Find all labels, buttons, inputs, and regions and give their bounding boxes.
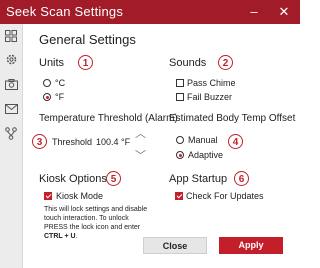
badge-6: 6 [234, 171, 249, 186]
units-heading: Units [39, 57, 65, 69]
startup-heading: App Startup [169, 173, 228, 185]
kiosk-note: This will lock settings and disable touc… [44, 205, 154, 241]
settings-panel: General Settings Units 1 °C °F Sounds 2 … [23, 24, 300, 268]
sidebar [0, 24, 23, 268]
radio-celsius[interactable] [43, 79, 51, 87]
manual-label: Manual [188, 135, 218, 145]
window-title: Seek Scan Settings [6, 4, 124, 19]
badge-4: 4 [228, 134, 243, 149]
radio-adaptive[interactable] [176, 151, 184, 159]
radio-fahrenheit[interactable] [43, 93, 51, 101]
pass-chime-checkbox[interactable] [176, 79, 184, 87]
badge-1: 1 [78, 55, 93, 70]
radio-manual[interactable] [176, 136, 184, 144]
celsius-label: °C [55, 78, 66, 88]
threshold-heading: Temperature Threshold (Alarm) [39, 113, 178, 124]
fail-buzzer-label: Fail Buzzer [187, 92, 233, 102]
minimize-button[interactable]: – [244, 3, 264, 21]
chevron-down-icon[interactable]: ﹀ [135, 147, 146, 163]
kiosk-note-end: . [75, 233, 78, 240]
page-title: General Settings [39, 32, 136, 47]
kiosk-note-text: This will lock settings and disable touc… [44, 206, 148, 231]
network-icon[interactable] [3, 127, 19, 143]
kiosk-mode-checkbox[interactable] [44, 192, 52, 200]
gear-icon[interactable] [3, 53, 19, 69]
close-button[interactable]: Close [143, 237, 207, 254]
apply-button[interactable]: Apply [219, 237, 283, 254]
title-bar: Seek Scan Settings – ✕ [0, 0, 300, 24]
close-window-button[interactable]: ✕ [274, 3, 294, 21]
grid-icon[interactable] [3, 30, 19, 46]
camera-icon[interactable] [3, 78, 19, 94]
adaptive-label: Adaptive [188, 150, 224, 160]
check-updates-checkbox[interactable] [175, 192, 183, 200]
threshold-label: Threshold [52, 137, 93, 147]
kiosk-note-keys: CTRL + U [44, 233, 76, 240]
check-updates-label: Check For Updates [186, 191, 264, 201]
kiosk-heading: Kiosk Options [39, 173, 107, 185]
fail-buzzer-checkbox[interactable] [176, 93, 184, 101]
fahrenheit-label: °F [55, 92, 65, 102]
kiosk-mode-label: Kiosk Mode [56, 191, 104, 201]
offset-heading: Estimated Body Temp Offset [169, 113, 296, 124]
badge-3: 3 [32, 134, 47, 149]
pass-chime-label: Pass Chime [187, 78, 236, 88]
chevron-up-icon[interactable]: ︿ [135, 125, 146, 141]
badge-5: 5 [106, 171, 121, 186]
badge-2: 2 [218, 55, 233, 70]
mail-icon[interactable] [3, 102, 19, 118]
threshold-value[interactable]: 100.4 °F [96, 137, 130, 147]
sounds-heading: Sounds [169, 57, 207, 69]
